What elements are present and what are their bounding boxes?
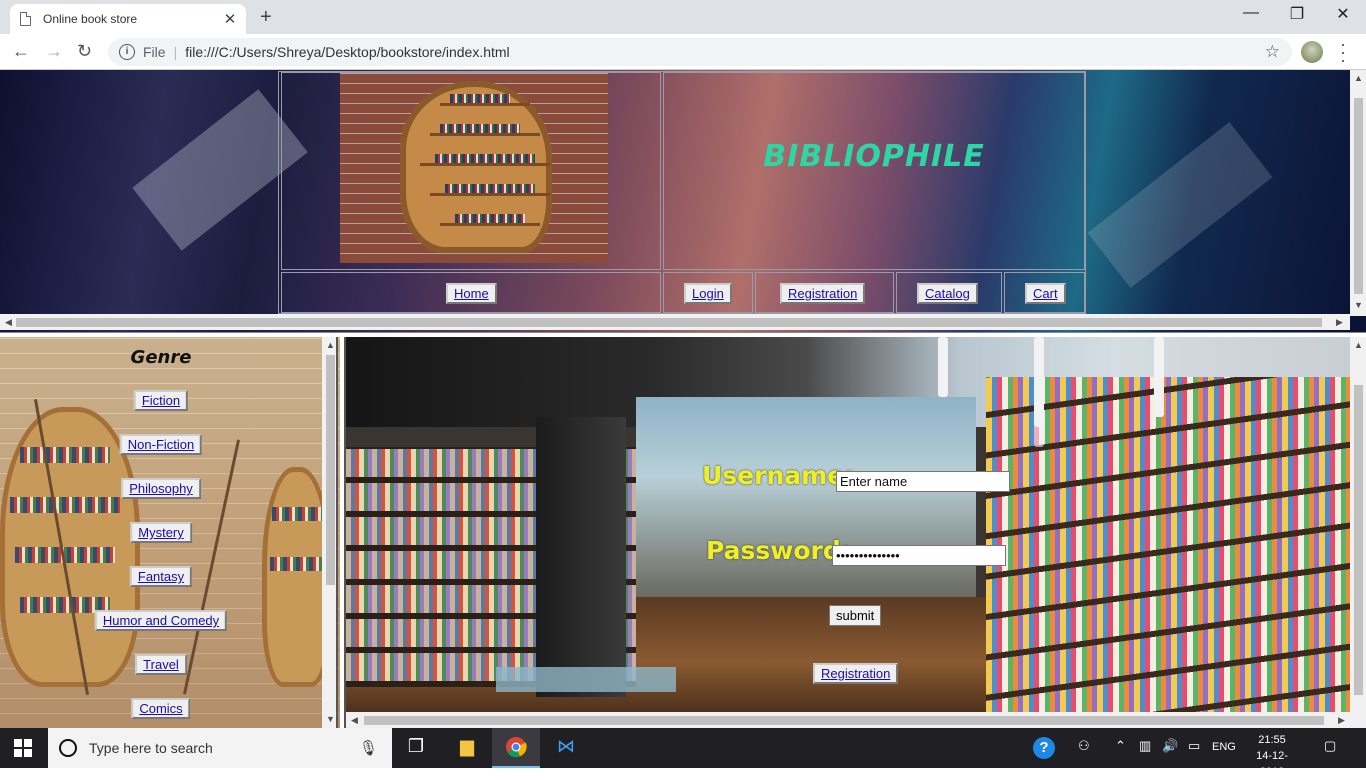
genre-philosophy-link[interactable]: Philosophy — [121, 478, 201, 499]
tab-title: Online book store — [43, 12, 138, 26]
genre-humor-link[interactable]: Humor and Comedy — [94, 610, 228, 631]
registration-link[interactable]: Registration — [813, 663, 899, 684]
taskbar-search-box[interactable]: Type here to search 🎙 — [48, 728, 392, 768]
title-cell: BIBLIOPHILE — [663, 72, 1085, 270]
scroll-down-arrow-icon[interactable]: ▼ — [1354, 300, 1363, 310]
close-window-button[interactable]: ✕ — [1320, 4, 1366, 24]
notifications-icon[interactable]: ▢ — [1324, 738, 1336, 754]
bookshelf-head-logo — [340, 73, 608, 263]
header-horizontal-scrollbar[interactable]: ◀ ▶ — [0, 314, 1350, 330]
chevron-up-icon[interactable]: ⌃ — [1115, 738, 1126, 754]
scroll-up-arrow-icon[interactable]: ▲ — [326, 340, 335, 350]
task-view-icon[interactable]: ❐ — [403, 736, 429, 760]
scroll-down-arrow-icon[interactable]: ▼ — [326, 714, 335, 724]
genre-frame: Genre Fiction Non-Fiction Philosophy Mys… — [0, 337, 340, 728]
tab-close-icon[interactable]: ✕ — [220, 10, 240, 28]
genre-vertical-scrollbar[interactable]: ▲ ▼ — [322, 337, 338, 728]
genre-fantasy-link[interactable]: Fantasy — [129, 566, 193, 587]
people-icon[interactable]: ⚇ — [1078, 738, 1090, 754]
password-input[interactable] — [832, 545, 1006, 566]
nav-catalog-button[interactable]: Catalog — [917, 283, 978, 304]
bookmark-star-icon[interactable]: ☆ — [1265, 42, 1280, 62]
scroll-right-arrow-icon[interactable]: ▶ — [1336, 317, 1343, 328]
nav-cell-catalog: Catalog — [896, 272, 1002, 313]
header-frame: BIBLIOPHILE Home Login Registration Cata… — [0, 70, 1366, 332]
nav-cell-login: Login — [663, 272, 753, 313]
logo-cell — [281, 72, 661, 270]
password-label: Password: — [706, 536, 851, 565]
url-text[interactable]: file:///C:/Users/Shreya/Desktop/bookstor… — [185, 44, 509, 60]
volume-icon[interactable]: 🔊 — [1162, 738, 1178, 754]
cortana-circle-icon — [59, 739, 77, 757]
nav-login-button[interactable]: Login — [684, 283, 732, 304]
windows-start-icon[interactable] — [14, 739, 32, 757]
microphone-icon[interactable]: 🎙 — [359, 739, 378, 757]
taskbar-search-placeholder: Type here to search — [89, 740, 213, 756]
back-arrow-icon[interactable]: ← — [12, 41, 30, 62]
site-title: BIBLIOPHILE — [763, 139, 985, 174]
scroll-up-arrow-icon[interactable]: ▲ — [1354, 73, 1363, 83]
chrome-icon[interactable] — [503, 736, 529, 760]
clock-time: 21:55 — [1258, 734, 1286, 746]
header-vertical-scrollbar[interactable]: ▲ ▼ — [1350, 70, 1366, 316]
browser-chrome: Online book store ✕ + — ❐ ✕ ← → ↻ i File… — [0, 0, 1366, 70]
minimize-button[interactable]: — — [1228, 4, 1274, 22]
browser-tab[interactable]: Online book store ✕ — [10, 4, 246, 34]
nav-cell-registration: Registration — [755, 272, 894, 313]
main-horizontal-scrollbar[interactable]: ◀ ▶ — [346, 712, 1366, 728]
new-tab-button[interactable]: + — [260, 6, 272, 29]
restore-button[interactable]: ❐ — [1274, 4, 1320, 24]
genre-travel-link[interactable]: Travel — [135, 654, 187, 675]
scroll-up-arrow-icon[interactable]: ▲ — [1354, 340, 1363, 350]
reload-icon[interactable]: ↻ — [77, 41, 92, 62]
clock-date: 14-12-2018 — [1256, 750, 1288, 778]
file-explorer-icon[interactable]: ▆ — [454, 736, 480, 760]
nav-home-button[interactable]: Home — [446, 283, 497, 304]
username-input[interactable] — [836, 471, 1010, 492]
language-indicator[interactable]: ENG — [1212, 741, 1236, 753]
username-label: Username: — [702, 461, 855, 490]
url-scheme-label: File — [143, 44, 166, 60]
genre-mystery-link[interactable]: Mystery — [130, 522, 192, 543]
main-vertical-scrollbar[interactable]: ▲ — [1350, 337, 1366, 712]
windows-taskbar: Type here to search 🎙 ❐ ▆ ⋈ ? ⚇ ⌃ ▥ 🔊 ▭ … — [0, 728, 1366, 778]
forward-arrow-icon[interactable]: → — [45, 41, 63, 62]
help-icon[interactable]: ? — [1033, 737, 1055, 759]
login-frame: Username: Password: submit Registration … — [344, 337, 1366, 728]
menu-dots-icon[interactable]: · · · — [1340, 35, 1346, 69]
header-table: BIBLIOPHILE Home Login Registration Cata… — [278, 71, 1086, 314]
url-separator: | — [173, 44, 178, 60]
scroll-left-arrow-icon[interactable]: ◀ — [5, 317, 12, 328]
network-icon[interactable]: ▥ — [1139, 738, 1151, 754]
info-icon[interactable]: i — [119, 44, 135, 60]
genre-fiction-link[interactable]: Fiction — [133, 390, 189, 411]
background-streak — [1087, 122, 1273, 288]
nav-cart-button[interactable]: Cart — [1025, 283, 1066, 304]
document-icon — [20, 12, 31, 26]
genre-comics-link[interactable]: Comics — [131, 698, 191, 719]
submit-button[interactable]: submit — [829, 605, 882, 626]
nav-registration-button[interactable]: Registration — [780, 283, 866, 304]
address-bar[interactable]: i File | file:///C:/Users/Shreya/Desktop… — [108, 38, 1292, 66]
nav-cell-home: Home — [281, 272, 661, 313]
battery-icon[interactable]: ▭ — [1188, 738, 1200, 754]
scroll-right-arrow-icon[interactable]: ▶ — [1338, 715, 1345, 726]
genre-heading: Genre — [130, 347, 192, 368]
nav-cell-cart: Cart — [1004, 272, 1085, 313]
vscode-icon[interactable]: ⋈ — [553, 736, 579, 760]
browser-toolbar: ← → ↻ i File | file:///C:/Users/Shreya/D… — [0, 34, 1366, 70]
system-clock[interactable]: 21:55 14-12-2018 — [1246, 732, 1298, 780]
profile-avatar[interactable] — [1301, 41, 1323, 63]
scroll-left-arrow-icon[interactable]: ◀ — [351, 715, 358, 726]
genre-non-fiction-link[interactable]: Non-Fiction — [119, 434, 203, 455]
